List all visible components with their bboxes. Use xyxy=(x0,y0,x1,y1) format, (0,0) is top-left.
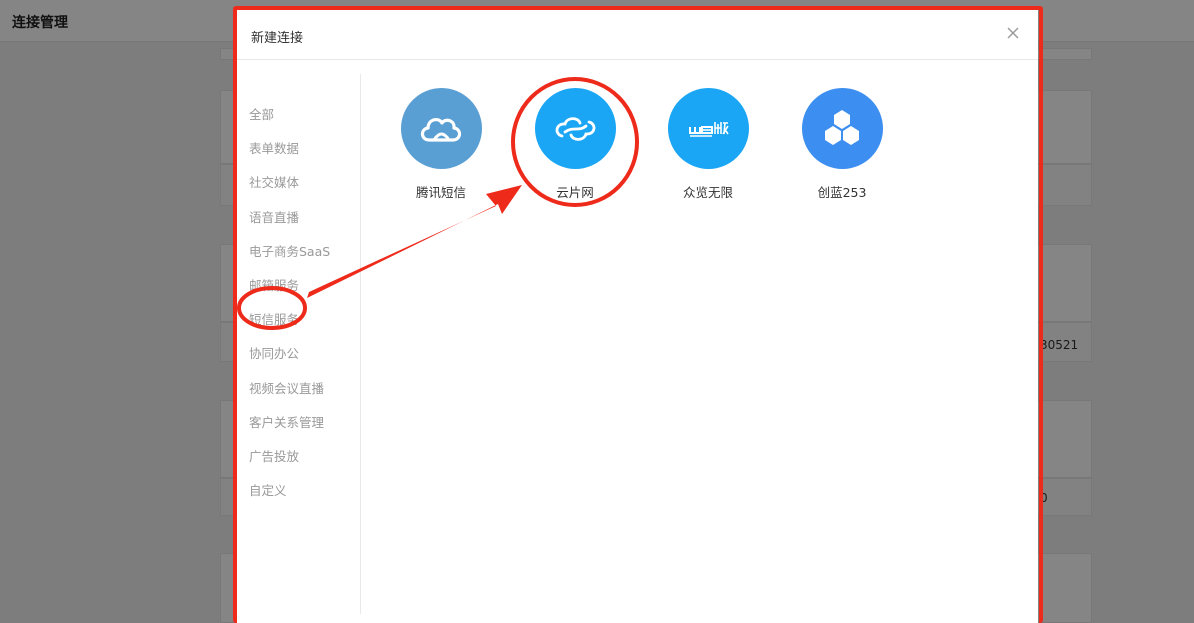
category-email-service[interactable]: 邮箱服务 xyxy=(249,275,299,294)
category-sms-service[interactable]: 短信服务 xyxy=(249,309,299,328)
app-tile-tencent-sms[interactable]: 腾讯短信 xyxy=(386,74,496,204)
category-collaboration[interactable]: 协同办公 xyxy=(249,343,299,362)
app-tile-yunpian[interactable]: 云片网 xyxy=(520,74,630,204)
category-video-conference[interactable]: 视频会议直播 xyxy=(249,378,324,397)
app-label: 创蓝253 xyxy=(817,185,867,200)
category-crm[interactable]: 客户关系管理 xyxy=(249,412,324,431)
modal-title: 新建连接 xyxy=(251,31,304,46)
category-voice-live[interactable]: 语音直播 xyxy=(249,207,299,226)
tile-icon-bg xyxy=(668,88,749,169)
category-menu: 全部 表单数据 社交媒体 语音直播 电子商务SaaS 邮箱服务 短信服务 协同办… xyxy=(237,74,361,614)
category-form-data[interactable]: 表单数据 xyxy=(249,138,299,157)
tile-icon-bg xyxy=(401,88,482,169)
app-label: 众览无限 xyxy=(682,185,733,200)
close-button[interactable] xyxy=(1004,24,1022,42)
cube-icon xyxy=(825,110,859,145)
app-label: 腾讯短信 xyxy=(415,185,466,200)
weiwei-icon xyxy=(689,122,729,137)
app-grid: 腾讯短信 云片网 众览无限 创蓝253 xyxy=(361,74,1038,614)
new-connection-modal: 新建连接 全部 表单数据 社交媒体 语音直播 电子商务SaaS 邮箱服务 短信服… xyxy=(237,10,1038,623)
yunpian-icon xyxy=(555,117,596,141)
close-icon xyxy=(1007,27,1019,39)
category-social-media[interactable]: 社交媒体 xyxy=(249,172,299,191)
app-tile-chuanglan253[interactable]: 创蓝253 xyxy=(787,74,897,204)
cloud-icon xyxy=(420,117,462,142)
category-all[interactable]: 全部 xyxy=(249,104,274,123)
app-label: 云片网 xyxy=(556,185,594,200)
category-ecommerce-saas[interactable]: 电子商务SaaS xyxy=(249,241,330,260)
app-tile-zhonglan[interactable]: 众览无限 xyxy=(653,74,763,204)
tile-icon-bg xyxy=(535,88,616,169)
tile-icon-bg xyxy=(802,88,883,169)
category-custom[interactable]: 自定义 xyxy=(249,480,287,499)
category-advertising[interactable]: 广告投放 xyxy=(249,446,299,465)
modal-header: 新建连接 xyxy=(237,10,1038,60)
